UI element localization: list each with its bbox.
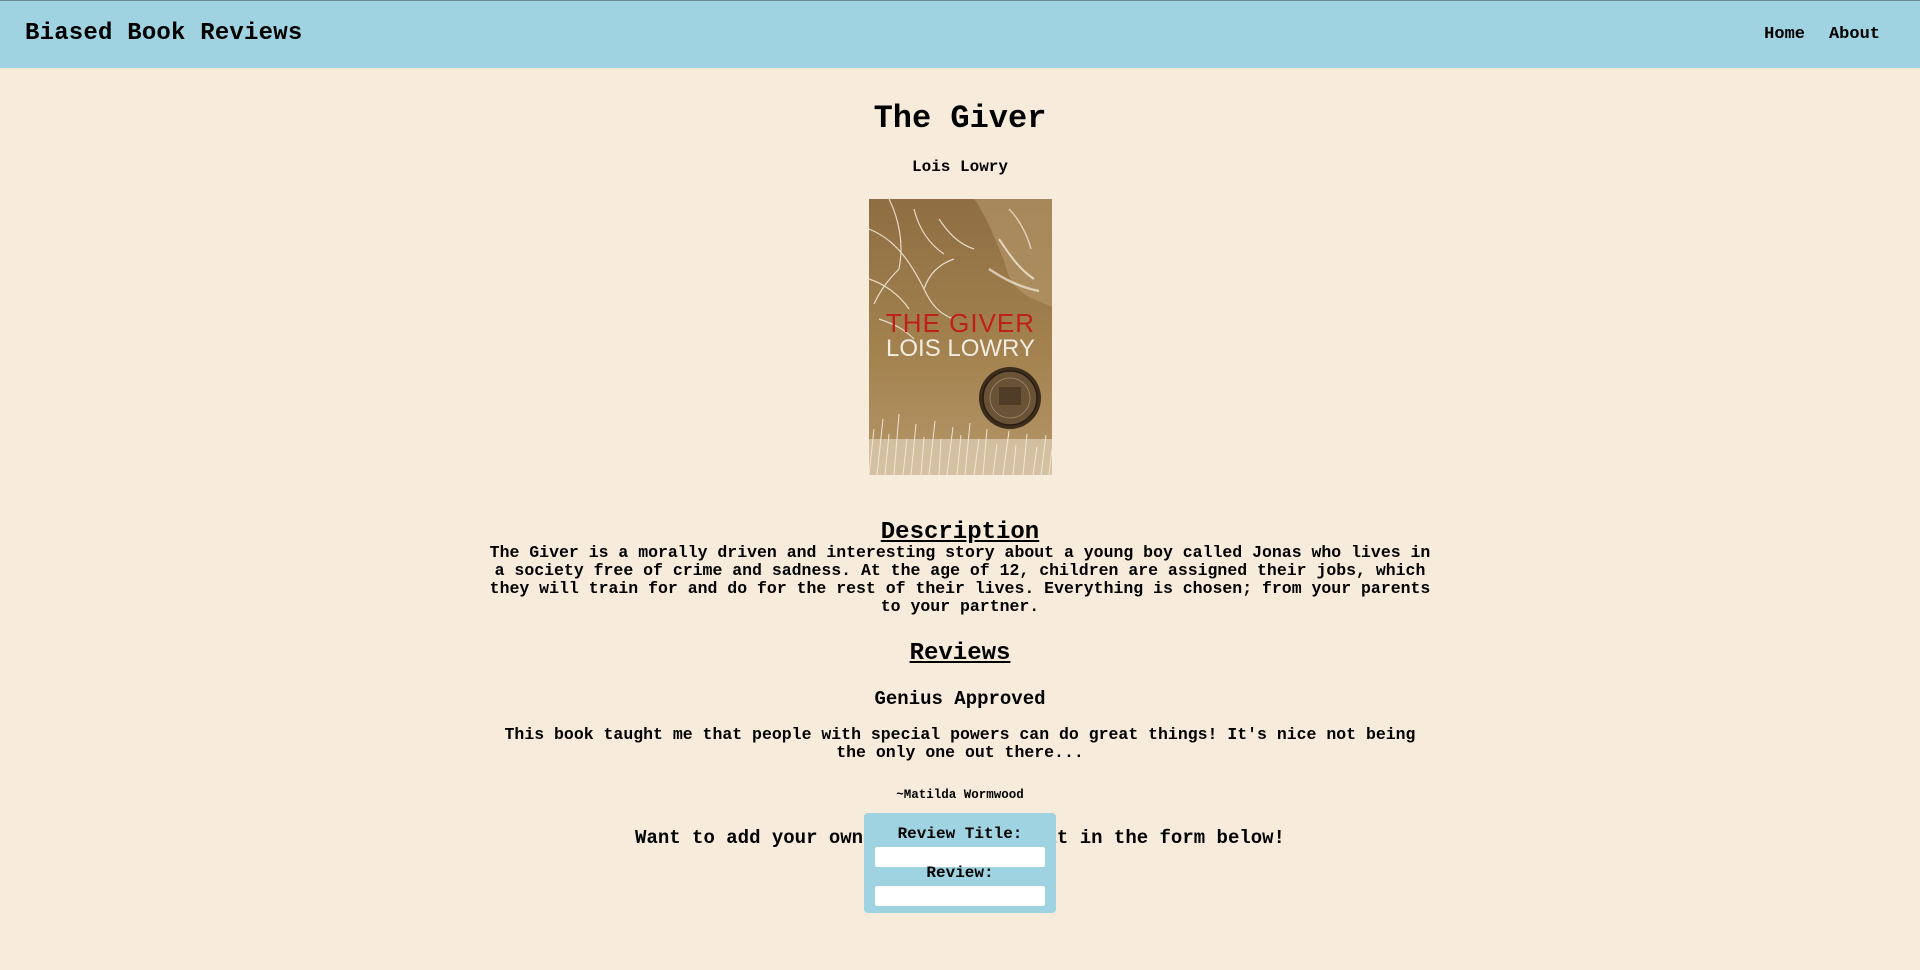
site-brand[interactable]: Biased Book Reviews: [25, 20, 302, 47]
review-body: This book taught me that people with spe…: [504, 725, 1416, 762]
book-title: The Giver: [873, 100, 1047, 137]
description-heading: Description: [880, 518, 1040, 546]
cover-author-text: LOIS LOWRY: [886, 335, 1035, 362]
review-signature: ~Matilda Wormwood: [896, 788, 1024, 802]
book-author: Lois Lowry: [911, 158, 1008, 176]
review-form: Review Title: Review:: [864, 813, 1056, 913]
main-nav: Home About: [1764, 25, 1880, 44]
cover-title-text: THE GIVER: [886, 308, 1035, 338]
description-text: The Giver is a morally driven and intere…: [489, 543, 1431, 616]
nav-home-link[interactable]: Home: [1764, 25, 1805, 44]
book-cover-art: THE GIVER LOIS LOWRY: [869, 199, 1052, 475]
site-header: Biased Book Reviews Home About: [0, 0, 1920, 68]
review-body-label: Review:: [926, 864, 994, 882]
review-title-label: Review Title:: [897, 825, 1023, 843]
review-body-input[interactable]: [875, 886, 1045, 906]
book-cover-image: THE GIVER LOIS LOWRY: [869, 199, 1052, 475]
review-title: Genius Approved: [874, 688, 1046, 710]
reviews-heading: Reviews: [909, 640, 1011, 667]
award-seal-icon: [979, 367, 1041, 429]
nav-about-link[interactable]: About: [1829, 25, 1880, 44]
